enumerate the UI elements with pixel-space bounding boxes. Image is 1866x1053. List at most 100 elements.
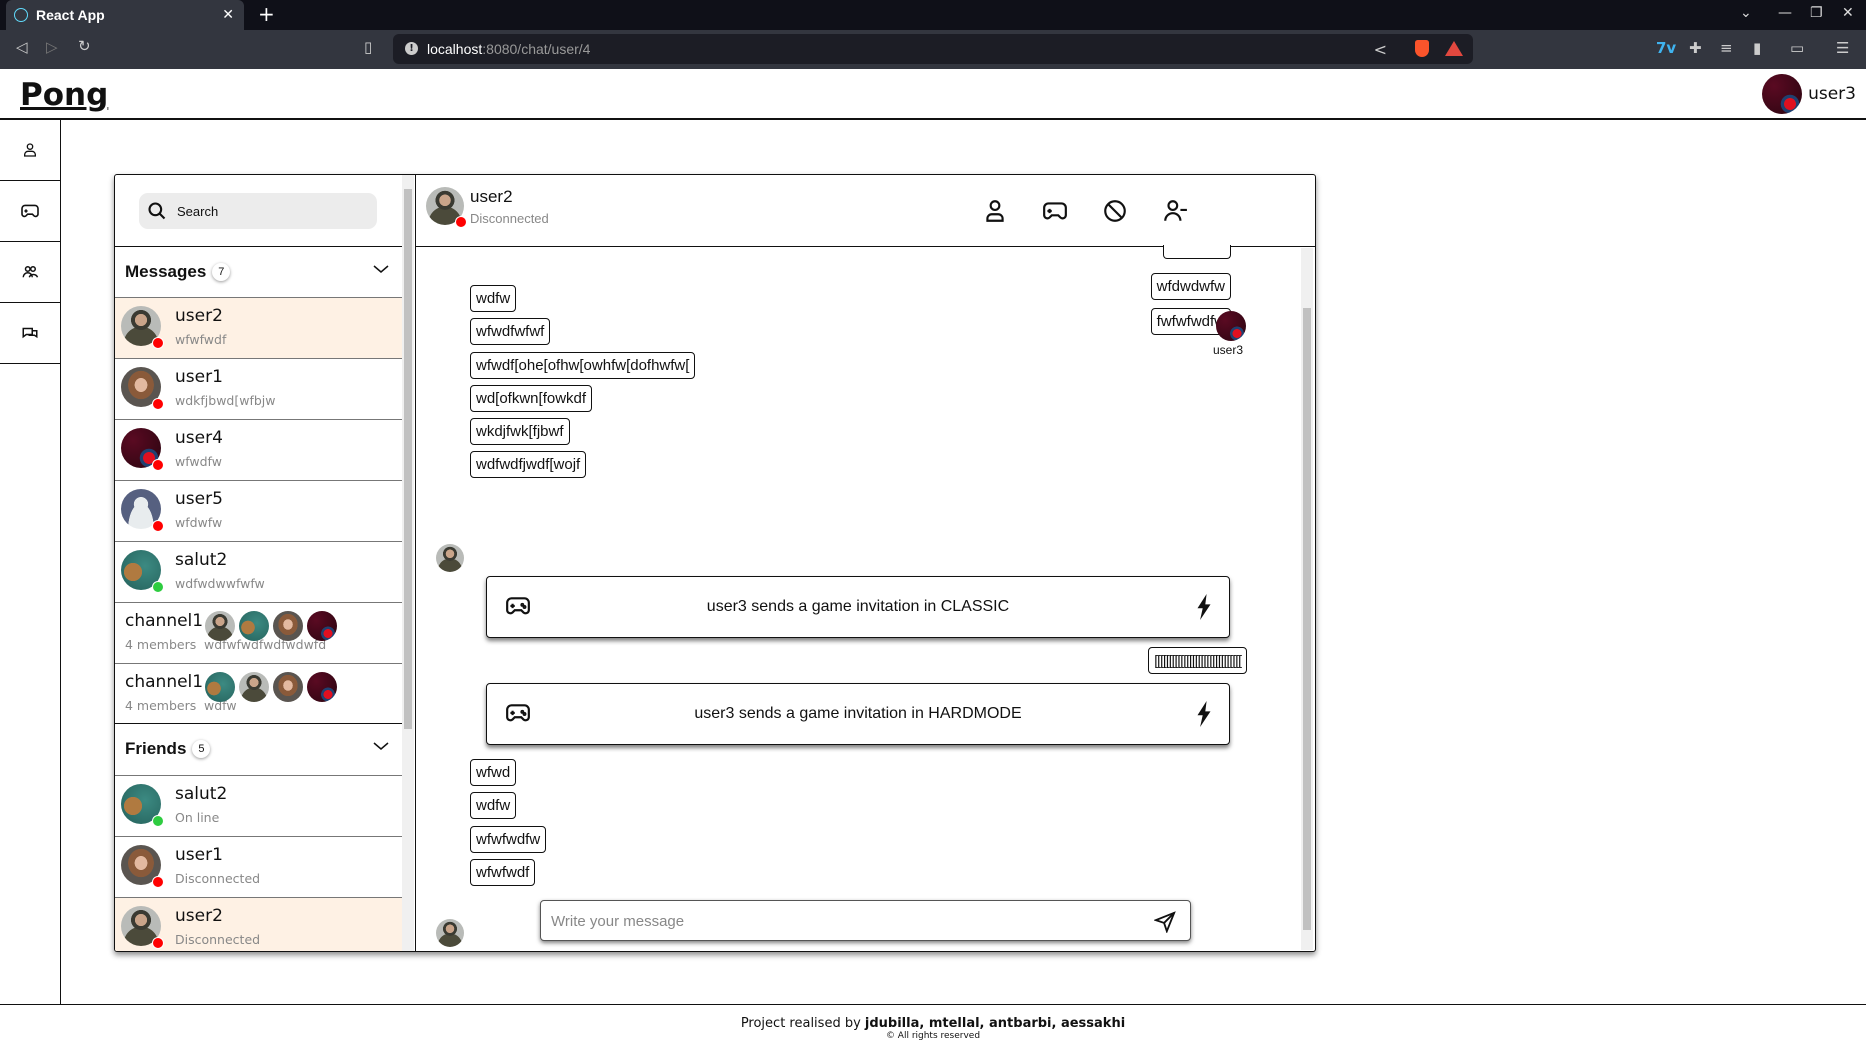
message-input[interactable] <box>551 909 1131 933</box>
avatar[interactable] <box>273 611 303 641</box>
translate-extension-icon[interactable]: 7v <box>1656 39 1676 57</box>
back-icon[interactable]: ◁ <box>16 38 28 56</box>
chat-area: user2 Disconnected wfdwdwfw fwfwfwdfw us… <box>416 175 1315 951</box>
accept-lightning-icon[interactable] <box>1195 701 1213 727</box>
channel-row[interactable]: channel1 4 members wdfwfwdfwdfwdwfd <box>115 602 402 663</box>
avatar[interactable] <box>307 672 337 702</box>
avatar[interactable] <box>239 672 269 702</box>
new-tab-button[interactable]: + <box>258 2 275 26</box>
friends-section-header[interactable]: Friends 5 <box>115 723 402 774</box>
friend-status: On line <box>175 810 220 825</box>
conversation-name: user1 <box>175 367 223 387</box>
footer-authors: jdubilla, mtellal, antbarbi, aessakhi <box>864 1016 1126 1031</box>
conversation-preview: wfwdfw <box>175 454 222 469</box>
minimize-button[interactable]: — <box>1778 5 1792 21</box>
tab-title: React App <box>36 7 105 23</box>
message-input-box[interactable] <box>540 900 1191 941</box>
chevron-down-icon[interactable] <box>372 263 390 275</box>
scrollbar-thumb[interactable] <box>404 189 412 729</box>
share-icon[interactable]: < <box>1374 40 1387 59</box>
avatar[interactable] <box>307 611 337 641</box>
avatar[interactable] <box>121 845 164 888</box>
gamepad-icon <box>21 204 39 218</box>
conversation-preview: wdkfjbwd[wfbjw <box>175 393 276 408</box>
status-dot-offline <box>152 337 164 349</box>
send-icon[interactable] <box>1154 911 1176 933</box>
message-bubble: wdfw <box>470 285 517 312</box>
friend-row-user1[interactable]: user1 Disconnected <box>115 836 402 897</box>
tab-list-chevron-icon[interactable]: ⌄ <box>1740 5 1752 21</box>
bookmark-icon[interactable]: ▯ <box>364 38 372 56</box>
search-input[interactable]: Search <box>139 193 377 229</box>
status-dot-online <box>152 581 164 593</box>
scrollbar-thumb[interactable] <box>1303 308 1311 930</box>
chevron-down-icon[interactable] <box>372 740 390 752</box>
message-list: wfdwdwfw fwfwfwdfw user3 wdfw wfwdfwfwf wf… <box>416 175 1301 951</box>
browser-tab[interactable]: React App ✕ <box>6 0 244 30</box>
close-window-button[interactable]: ✕ <box>1842 5 1854 21</box>
conversation-row-user1[interactable]: user1 wdkfjbwd[wfbjw <box>115 358 402 419</box>
site-info-icon[interactable]: ! <box>405 42 418 55</box>
conversation-row-user2[interactable]: user2 wfwfwdf <box>115 297 402 358</box>
pong-logo[interactable]: Pong <box>20 77 108 113</box>
avatar[interactable] <box>121 306 164 349</box>
avatar[interactable] <box>205 672 235 702</box>
current-user[interactable]: user3 <box>1762 74 1856 114</box>
invitation-text: user3 sends a game invitation in CLASSIC <box>706 598 1010 615</box>
browser-tab-bar: React App ✕ + ⌄ — ❐ ✕ <box>0 0 1866 30</box>
avatar[interactable] <box>273 672 303 702</box>
wallet-icon[interactable]: ▭ <box>1790 39 1804 57</box>
contact-message-avatar[interactable] <box>436 544 464 572</box>
conversation-row-salut2[interactable]: salut2 wdfwdwwfwfw <box>115 541 402 602</box>
message-bubble: wfwdfwfwf <box>470 318 551 345</box>
url-host: localhost <box>427 41 483 57</box>
sidebar-icon[interactable]: ▮ <box>1753 39 1761 57</box>
brave-shields-icon[interactable] <box>1415 40 1429 57</box>
channel-row[interactable]: channel1 4 members wdfw <box>115 663 402 724</box>
url-text[interactable]: localhost:8080/chat/user/4 <box>427 41 590 57</box>
friend-row-user2[interactable]: user2 Disconnected <box>115 897 402 951</box>
menu-icon[interactable]: ☰ <box>1836 39 1849 57</box>
conversation-row-user5[interactable]: user5 wfdwfw <box>115 480 402 541</box>
conversation-name: user5 <box>175 489 223 509</box>
nav-game[interactable] <box>0 181 60 242</box>
reload-icon[interactable]: ↻ <box>78 37 91 55</box>
friend-row-salut2[interactable]: salut2 On line <box>115 775 402 836</box>
avatar[interactable] <box>121 489 164 532</box>
message-list-scrollbar[interactable] <box>1301 248 1313 950</box>
messages-section-header[interactable]: Messages 7 <box>115 246 402 297</box>
search-icon <box>148 202 166 220</box>
nav-friends[interactable] <box>0 242 60 303</box>
avatar[interactable] <box>121 906 164 949</box>
game-invitation-classic[interactable]: user3 sends a game invitation in CLASSIC <box>486 576 1230 638</box>
url-path: :8080/chat/user/4 <box>482 41 591 57</box>
avatar[interactable] <box>121 550 164 593</box>
game-invitation-hardmode[interactable]: user3 sends a game invitation in HARDMOD… <box>486 683 1230 745</box>
avatar[interactable] <box>121 367 164 410</box>
conversation-list-scrollbar[interactable] <box>402 175 414 951</box>
nav-profile[interactable] <box>0 120 60 181</box>
address-bar[interactable]: ! localhost:8080/chat/user/4 < <box>393 34 1473 64</box>
forward-icon[interactable]: ▷ <box>46 38 58 56</box>
conversation-row-user4[interactable]: user4 wfwdfw <box>115 419 402 480</box>
nav-chat[interactable] <box>0 303 60 364</box>
avatar[interactable] <box>121 428 164 471</box>
contact-message-avatar[interactable] <box>436 919 464 947</box>
avatar[interactable] <box>205 611 235 641</box>
status-dot-offline <box>152 937 164 949</box>
message-bubble: wdfwdfjwdf[wojf <box>470 451 587 478</box>
playlist-icon[interactable]: ≡ <box>1720 39 1733 57</box>
avatar[interactable] <box>121 784 164 827</box>
restore-button[interactable]: ❐ <box>1810 5 1823 21</box>
avatar[interactable] <box>239 611 269 641</box>
close-tab-icon[interactable]: ✕ <box>222 6 234 23</box>
brave-rewards-icon[interactable] <box>1445 41 1463 56</box>
message-bubble: [[[[[[[[[[[[[[[[[[[[[[[[[[[[[[ <box>1148 647 1247 674</box>
current-user-avatar[interactable] <box>1762 74 1803 114</box>
friends-count-badge: 5 <box>192 740 210 758</box>
extensions-icon[interactable]: ✚ <box>1689 39 1702 57</box>
friends-section-title: Friends <box>125 739 187 758</box>
message-bubble: wfdwdwfw <box>1150 273 1231 300</box>
accept-lightning-icon[interactable] <box>1195 594 1213 620</box>
sender-avatar[interactable] <box>1216 311 1246 341</box>
